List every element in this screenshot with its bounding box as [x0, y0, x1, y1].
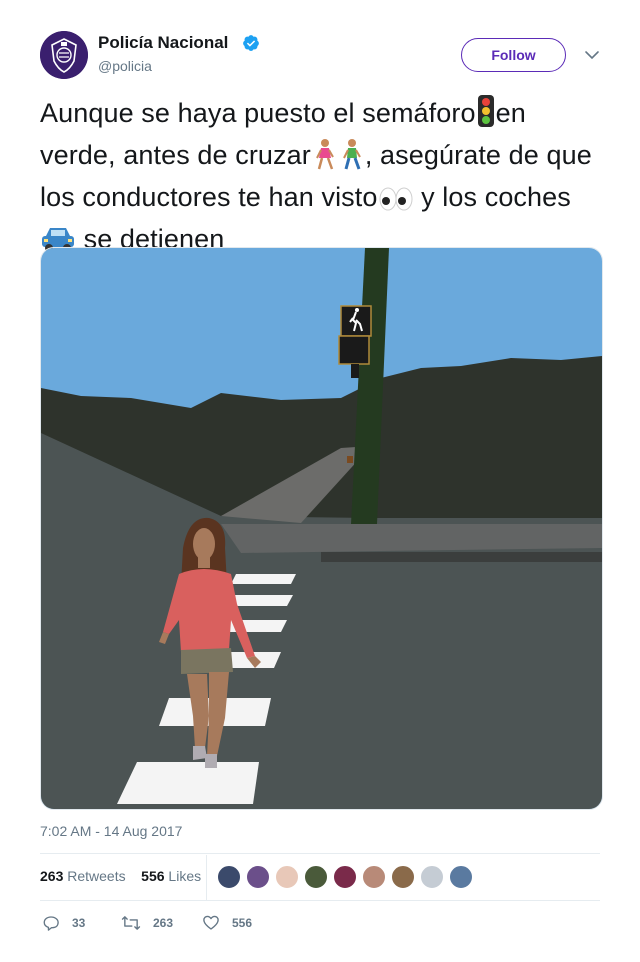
man-walking-icon	[339, 138, 365, 179]
eyes-icon	[378, 185, 414, 221]
liker-avatar[interactable]	[362, 865, 386, 889]
follow-button[interactable]: Follow	[461, 38, 566, 72]
retweet-icon	[121, 916, 141, 930]
liker-avatar[interactable]	[391, 865, 415, 889]
tweet-text-part: y los coches	[413, 182, 571, 212]
like-count: 556	[232, 916, 253, 930]
profile-avatar[interactable]	[40, 31, 88, 79]
tweet-media-image[interactable]	[40, 247, 603, 810]
liker-avatar[interactable]	[275, 865, 299, 889]
stats-separator	[206, 855, 207, 901]
reply-button[interactable]: 33	[42, 913, 85, 933]
retweets-stat[interactable]: 263 Retweets	[40, 868, 126, 884]
police-badge-icon	[40, 31, 88, 79]
crosswalk-illustration	[41, 248, 602, 809]
liker-avatar[interactable]	[304, 865, 328, 889]
tweet-text-part: Aunque se haya puesto el semáforo	[40, 98, 476, 128]
liker-avatar[interactable]	[246, 865, 270, 889]
liker-avatar[interactable]	[449, 865, 473, 889]
divider	[40, 900, 600, 901]
like-button[interactable]: 556	[202, 913, 252, 933]
retweet-button[interactable]: 263	[121, 913, 173, 933]
account-handle[interactable]: @policia	[98, 58, 152, 74]
retweet-count: 263	[153, 916, 174, 930]
account-name[interactable]: Policía Nacional	[98, 33, 228, 53]
heart-icon	[203, 915, 219, 930]
reply-count: 33	[72, 916, 86, 930]
divider	[40, 853, 600, 854]
liker-avatar[interactable]	[333, 865, 357, 889]
tweet-timestamp[interactable]: 7:02 AM - 14 Aug 2017	[40, 823, 182, 839]
liker-avatar[interactable]	[217, 865, 241, 889]
tweet-text: Aunque se haya puesto el semáforo en verd…	[40, 94, 600, 263]
reply-icon	[43, 916, 59, 931]
traffic-light-icon	[476, 94, 496, 137]
liker-avatars	[217, 865, 478, 889]
liker-avatar[interactable]	[420, 865, 444, 889]
likes-stat[interactable]: 556 Likes	[141, 868, 201, 884]
woman-walking-icon	[311, 138, 339, 179]
verified-badge-icon	[243, 35, 259, 51]
chevron-down-icon[interactable]	[583, 46, 601, 64]
tweet-stats: 263 Retweets 556 Likes	[40, 868, 201, 884]
